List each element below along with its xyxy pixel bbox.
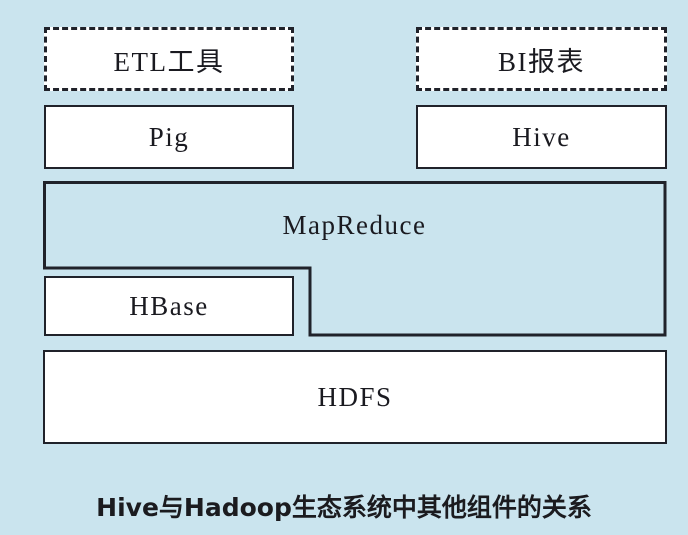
node-etl-tools[interactable]: ETL工具 bbox=[44, 27, 294, 91]
node-hdfs[interactable]: HDFS bbox=[43, 350, 667, 444]
node-hbase-label: HBase bbox=[129, 290, 209, 321]
node-mapreduce[interactable]: MapReduce bbox=[43, 181, 666, 269]
node-hive-label: Hive bbox=[512, 121, 571, 152]
node-pig-label: Pig bbox=[148, 121, 190, 152]
node-hdfs-label: HDFS bbox=[317, 381, 393, 412]
node-pig[interactable]: Pig bbox=[44, 105, 294, 169]
diagram-caption: Hive与Hadoop生态系统中其他组件的关系 bbox=[96, 493, 592, 522]
node-bi-reporting[interactable]: BI报表 bbox=[416, 27, 667, 91]
node-etl-tools-label: ETL工具 bbox=[113, 46, 225, 77]
node-hive[interactable]: Hive bbox=[416, 105, 667, 169]
node-bi-reporting-label: BI报表 bbox=[498, 46, 585, 77]
node-mapreduce-label-text: MapReduce bbox=[282, 209, 427, 240]
node-hbase[interactable]: HBase bbox=[44, 276, 294, 336]
hadoop-ecosystem-diagram: ETL工具 BI报表 Pig Hive MapReduce HBase HDFS… bbox=[0, 0, 688, 535]
